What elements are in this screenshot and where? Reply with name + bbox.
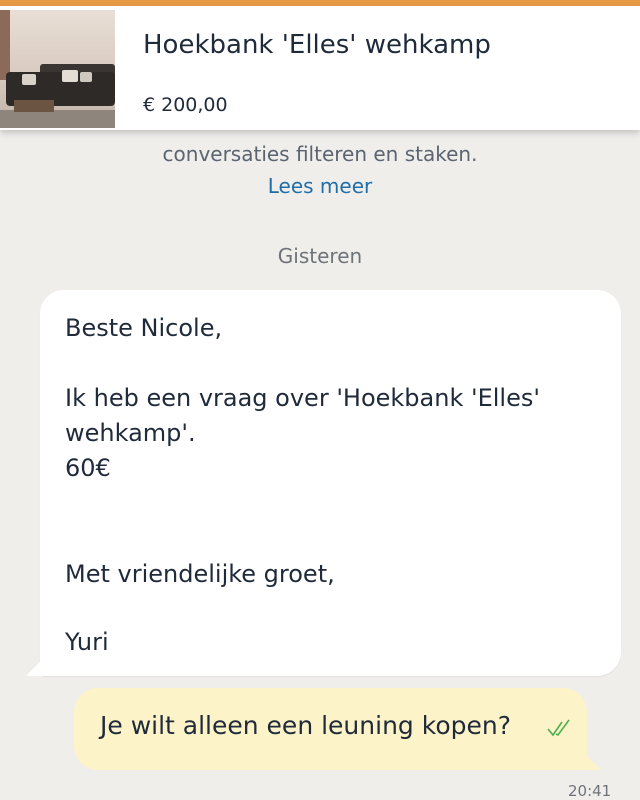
outgoing-message-bubble[interactable]: Je wilt alleen een leuning kopen? <box>74 688 601 770</box>
message-line: 60€ <box>65 454 111 482</box>
notice-text: conversaties filteren en staken. <box>162 142 478 166</box>
bubble-tail <box>26 658 44 676</box>
listing-thumbnail[interactable] <box>0 10 115 128</box>
outgoing-message-text: Je wilt alleen een leuning kopen? <box>100 711 511 740</box>
read-more-link[interactable]: Lees meer <box>0 174 640 198</box>
message-line: Yuri <box>65 628 109 656</box>
thumbnail-table <box>14 100 54 112</box>
double-check-icon <box>547 719 570 737</box>
date-separator: Gisteren <box>277 244 363 268</box>
message-line: Ik heb een vraag over 'Hoekbank 'Elles' <box>65 384 540 412</box>
bubble-tail <box>583 752 601 770</box>
message-line: Beste Nicole, <box>65 314 223 342</box>
listing-title: Hoekbank 'Elles' wehkamp <box>143 30 491 60</box>
listing-header-card[interactable]: Hoekbank 'Elles' wehkamp € 200,00 <box>0 6 640 130</box>
incoming-message-bubble[interactable]: Beste Nicole, Ik heb een vraag over 'Hoe… <box>26 290 621 676</box>
message-line: Met vriendelijke groet, <box>65 560 335 588</box>
thumbnail-pillow <box>62 70 78 82</box>
message-timestamp: 20:41 <box>568 782 612 800</box>
thumbnail-pillow <box>80 72 92 82</box>
listing-price: € 200,00 <box>143 94 228 116</box>
thumbnail-pillow <box>22 74 36 85</box>
message-line: wehkamp'. <box>65 419 196 447</box>
thumbnail-floor <box>0 110 115 128</box>
thumbnail-window <box>0 10 10 80</box>
